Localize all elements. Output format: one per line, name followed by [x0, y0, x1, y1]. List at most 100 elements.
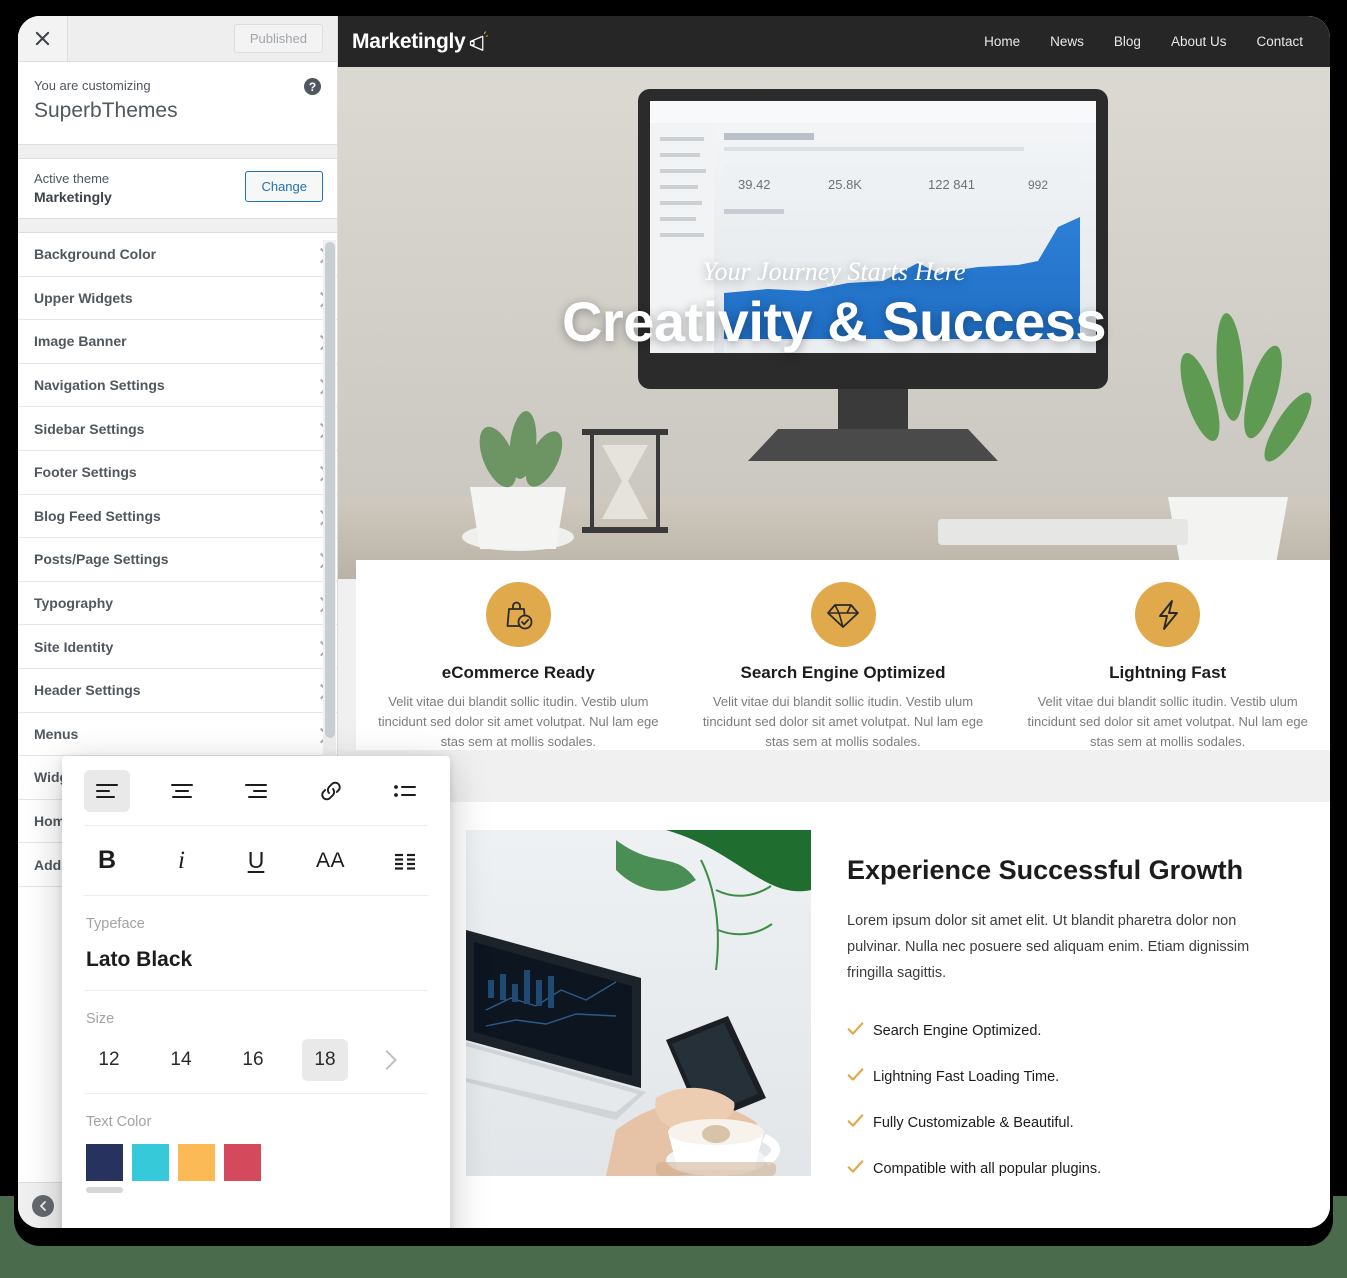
- nav-link[interactable]: Home: [984, 34, 1020, 49]
- sidebar-panel-item[interactable]: Image Banner: [18, 320, 337, 364]
- sidebar-panel-label: Blog Feed Settings: [34, 507, 161, 524]
- text-color-section: Text Color: [62, 1094, 450, 1193]
- sidebar-panel-item[interactable]: Sidebar Settings: [18, 407, 337, 451]
- sidebar-panel-item[interactable]: Typography: [18, 582, 337, 626]
- nav-link[interactable]: Blog: [1114, 34, 1141, 49]
- font-size-label: AA: [315, 848, 345, 872]
- sidebar-panel-item[interactable]: Posts/Page Settings: [18, 538, 337, 582]
- color-swatch[interactable]: [178, 1144, 215, 1181]
- bullet-list-icon: [394, 784, 416, 797]
- align-right-button[interactable]: [233, 770, 279, 812]
- nav-link[interactable]: About Us: [1171, 34, 1227, 49]
- sidebar-panel-label: Image Banner: [34, 333, 127, 350]
- size-section: Size 12 14 16 18: [62, 991, 450, 1093]
- hero-title: Creativity & Success: [561, 290, 1107, 353]
- customizer-window: Published You are customizing SuperbThem…: [18, 16, 1330, 1228]
- size-option[interactable]: 16: [230, 1039, 276, 1081]
- align-center-button[interactable]: [159, 770, 205, 812]
- feature-column: Lightning Fast Velit vitae dui blandit so…: [1005, 582, 1330, 750]
- sidebar-panel-item[interactable]: Site Identity: [18, 625, 337, 669]
- nav-link[interactable]: News: [1050, 34, 1084, 49]
- sidebar-panel-item[interactable]: Menus: [18, 713, 337, 757]
- typography-align-row: [62, 756, 450, 825]
- customizing-header: You are customizing SuperbThemes ?: [18, 62, 337, 145]
- color-swatches: [86, 1144, 426, 1193]
- insert-link-button[interactable]: [308, 770, 354, 812]
- size-options: 12 14 16 18: [86, 1039, 426, 1093]
- growth-section: Experience Successful Growth Lorem ipsum…: [356, 802, 1330, 1228]
- sidebar-panel-item[interactable]: Header Settings: [18, 669, 337, 713]
- hero-banner: 39.42 25.8K 122 841 992 Your Journey Sta…: [338, 67, 1330, 579]
- help-icon[interactable]: ?: [304, 78, 321, 95]
- sidebar-panel-label: Typography: [34, 595, 114, 612]
- feature-column: Search Engine Optimized Velit vitae dui b…: [681, 582, 1006, 750]
- checklist-label: Lightning Fast Loading Time.: [873, 1069, 1060, 1085]
- sidebar-topbar: Published: [18, 16, 337, 62]
- link-icon: [320, 781, 341, 800]
- align-left-button[interactable]: [84, 769, 130, 812]
- color-swatch[interactable]: [86, 1144, 123, 1181]
- sidebar-panel-item[interactable]: Background Color: [18, 233, 337, 277]
- check-icon: [847, 1066, 873, 1088]
- screenshot-root: Published You are customizing SuperbThem…: [0, 0, 1347, 1278]
- check-icon: [847, 1112, 873, 1134]
- justify-button[interactable]: [382, 840, 428, 882]
- nav-link[interactable]: Contact: [1256, 34, 1303, 49]
- feature-column: eCommerce Ready Velit vitae dui blandit s…: [356, 582, 681, 750]
- megaphone-icon: [470, 31, 489, 51]
- customizing-title: SuperbThemes: [34, 99, 178, 122]
- font-size-button[interactable]: AA: [308, 840, 354, 882]
- checklist-label: Fully Customizable & Beautiful.: [873, 1115, 1074, 1131]
- italic-button[interactable]: i: [159, 840, 205, 882]
- published-button[interactable]: Published: [233, 24, 323, 53]
- growth-heading: Experience Successful Growth: [847, 855, 1244, 885]
- sidebar-scrollbar-thumb[interactable]: [325, 242, 335, 738]
- change-theme-button[interactable]: Change: [245, 171, 323, 202]
- underline-button[interactable]: U: [233, 840, 279, 882]
- sidebar-panel-item[interactable]: Footer Settings: [18, 451, 337, 495]
- feature-description: Velit vitae dui blandit sollic itudin. V…: [702, 694, 984, 749]
- site-navigation: Home News Blog About Us Contact: [984, 34, 1314, 49]
- color-swatch-wrapper: [132, 1144, 169, 1193]
- sidebar-divider-top: [18, 145, 337, 159]
- shopping-bag-check-icon: [485, 582, 551, 647]
- selected-swatch-indicator: [86, 1187, 123, 1193]
- color-swatch-wrapper: [86, 1144, 123, 1193]
- size-option[interactable]: 14: [158, 1039, 204, 1081]
- sidebar-panel-label: Background Color: [34, 246, 157, 263]
- feature-description: Velit vitae dui blandit sollic itudin. V…: [1027, 694, 1308, 749]
- section-gap: [338, 750, 1330, 802]
- justify-icon: [395, 853, 415, 870]
- typeface-section: Typeface Lato Black: [62, 896, 450, 990]
- features-section: eCommerce Ready Velit vitae dui blandit s…: [356, 560, 1330, 750]
- chevron-right-icon[interactable]: [377, 1050, 397, 1070]
- color-swatch[interactable]: [132, 1144, 169, 1181]
- sidebar-panel-item[interactable]: Upper Widgets: [18, 277, 337, 321]
- site-preview: Marketingly Home News Blog About Us Contact: [338, 16, 1330, 1228]
- check-icon: [847, 1158, 873, 1180]
- size-option[interactable]: 18: [302, 1039, 348, 1081]
- lightning-bolt-icon: [1135, 582, 1201, 647]
- check-icon: [847, 1020, 873, 1042]
- typography-style-row: B i U AA: [62, 826, 450, 895]
- sidebar-panel-label: Sidebar Settings: [34, 420, 145, 437]
- site-logo[interactable]: Marketingly: [352, 30, 489, 54]
- bold-button[interactable]: B: [84, 840, 130, 882]
- sidebar-panel-item[interactable]: Navigation Settings: [18, 364, 337, 408]
- size-option[interactable]: 12: [86, 1039, 132, 1081]
- sidebar-divider-mid: [18, 219, 337, 233]
- sidebar-panel-label: Navigation Settings: [34, 377, 165, 394]
- bullet-list-button[interactable]: [382, 770, 428, 812]
- checklist-item: Lightning Fast Loading Time.: [847, 1066, 1290, 1088]
- close-icon: [35, 31, 50, 46]
- color-swatch-wrapper: [224, 1144, 261, 1193]
- close-customizer-button[interactable]: [18, 16, 68, 61]
- sidebar-panel-item[interactable]: Blog Feed Settings: [18, 495, 337, 539]
- checklist-label: Compatible with all popular plugins.: [873, 1161, 1102, 1177]
- sidebar-panel-label: Menus: [34, 725, 79, 742]
- customizing-eyebrow: You are customizing: [34, 78, 151, 93]
- align-center-icon: [170, 783, 193, 798]
- color-swatch[interactable]: [224, 1144, 261, 1181]
- typeface-value[interactable]: Lato Black: [86, 948, 426, 990]
- sidebar-panel-label: Footer Settings: [34, 464, 137, 481]
